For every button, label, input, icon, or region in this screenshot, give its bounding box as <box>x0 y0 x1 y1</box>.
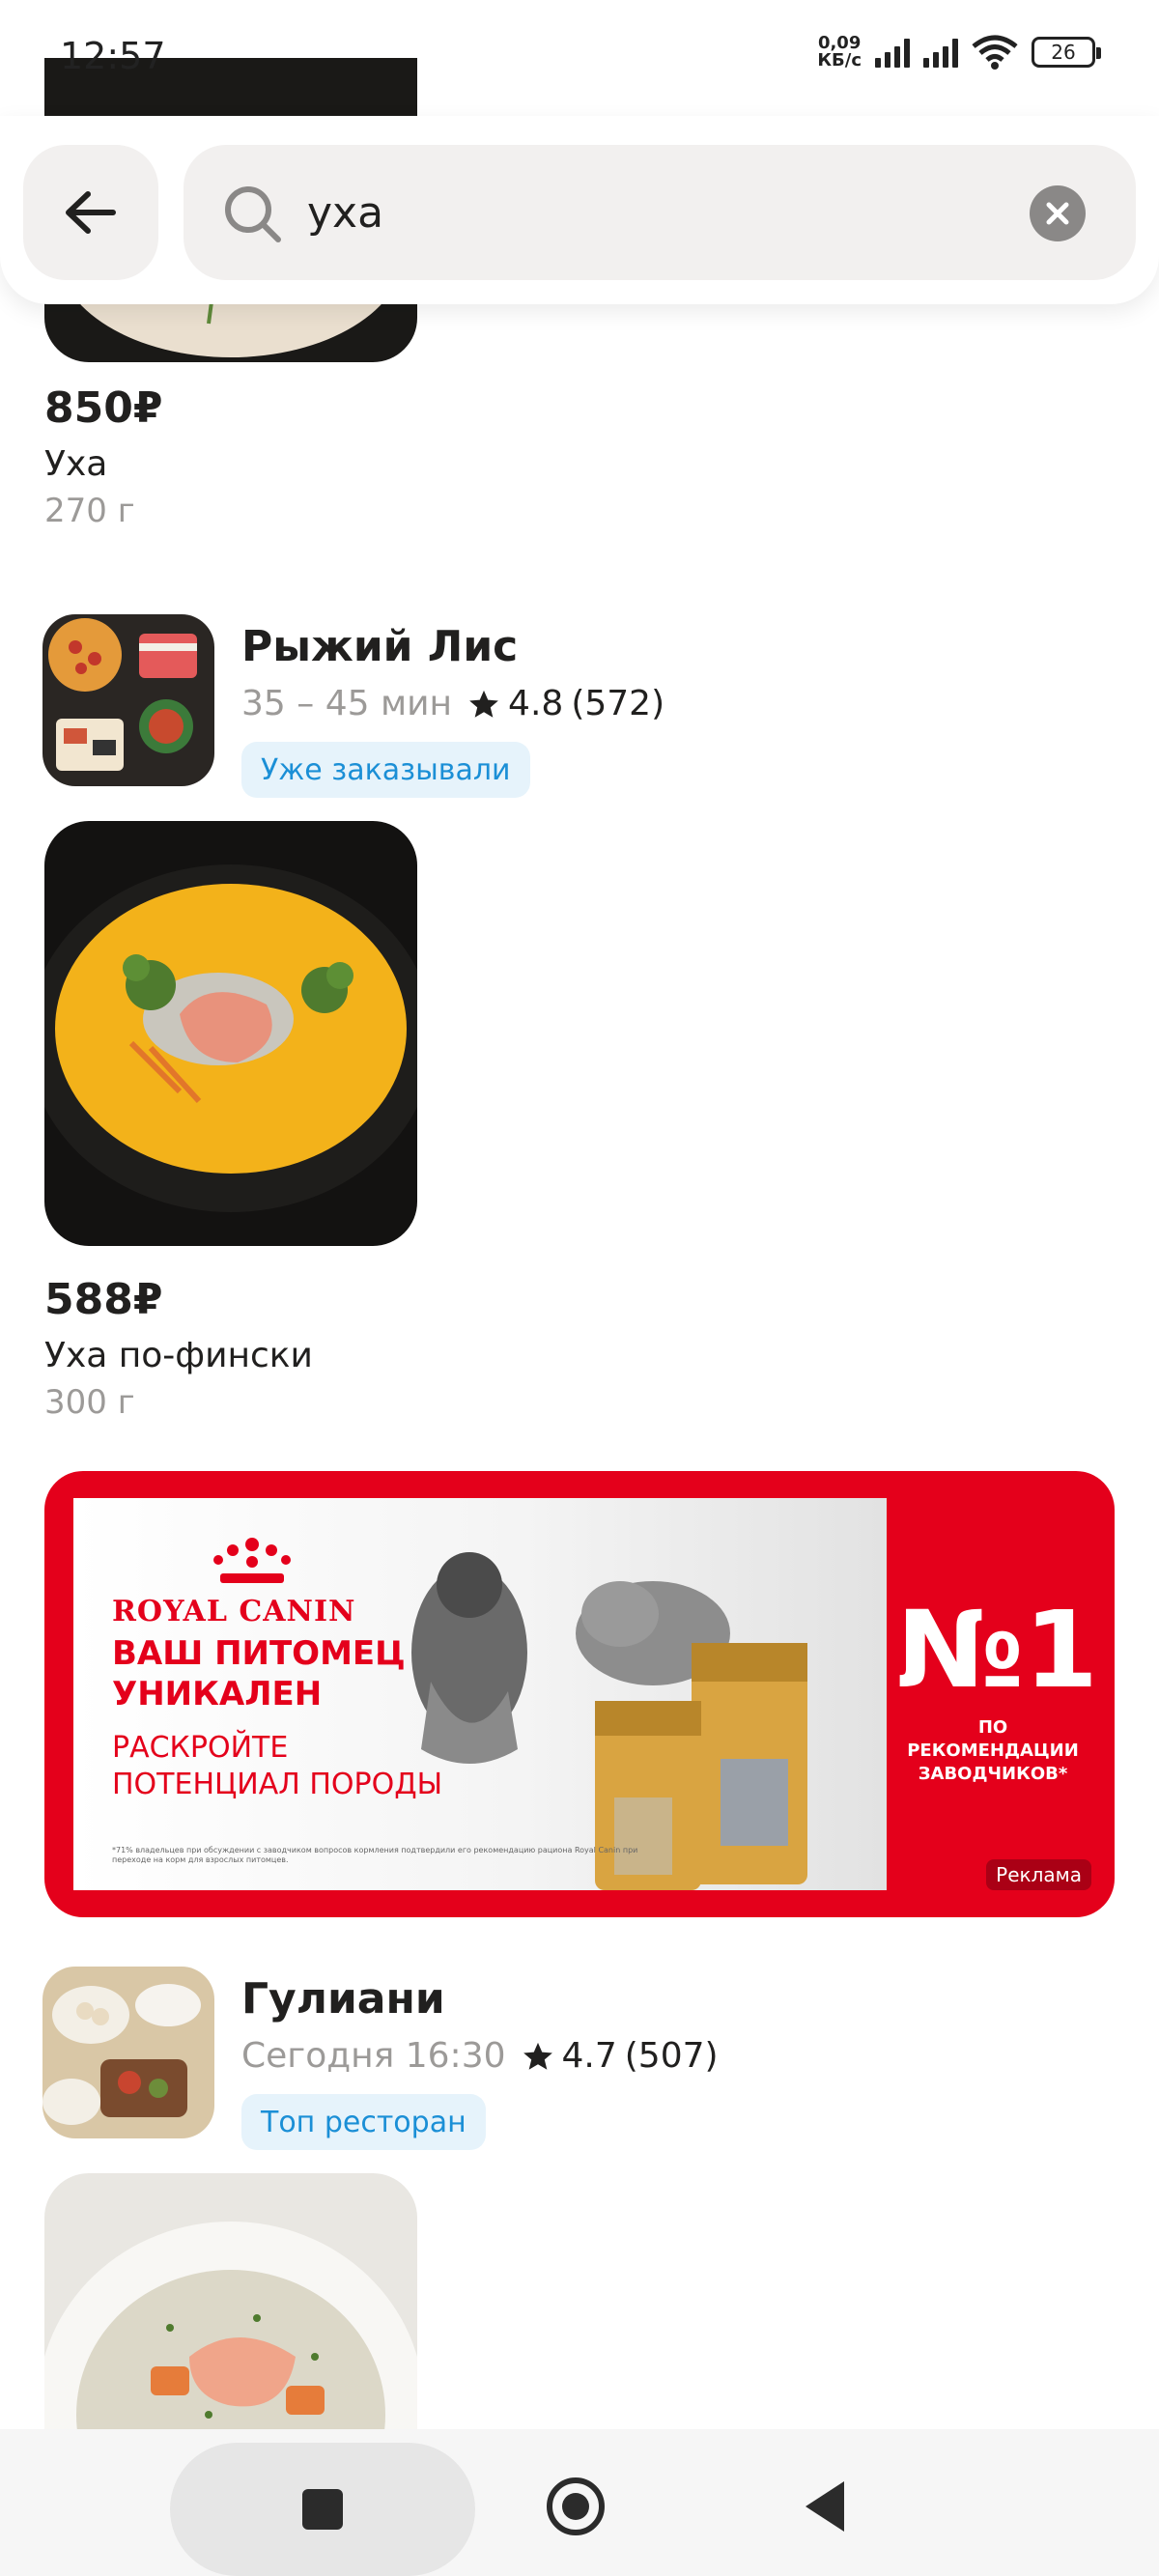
star-icon <box>469 690 498 718</box>
network-speed: 0,09 КБ/с <box>817 35 862 70</box>
wifi-icon <box>972 35 1018 70</box>
home-button[interactable] <box>547 2477 605 2535</box>
status-time: 12:57 <box>60 35 166 77</box>
ad-headline-line: ВАШ ПИТОМЕЦ <box>112 1634 406 1673</box>
search-box[interactable] <box>184 145 1136 280</box>
home-icon <box>562 2493 589 2520</box>
system-nav-bar <box>0 2429 1159 2576</box>
restaurant-logo[interactable] <box>42 1967 214 2138</box>
ad-subheadline: РАСКРОЙТЕ ПОТЕНЦИАЛ ПОРОДЫ <box>112 1730 442 1803</box>
ad-image: ROYAL CANIN ВАШ ПИТОМЕЦ УНИКАЛЕН РАСКРОЙ… <box>73 1498 887 1890</box>
status-icons: 0,09 КБ/с 26 <box>817 35 1101 70</box>
clear-search-button[interactable] <box>1030 185 1086 241</box>
crown-logo-icon <box>213 1538 291 1583</box>
ad-headline-line: УНИКАЛЕН <box>112 1675 323 1713</box>
star-icon <box>523 2042 552 2070</box>
delivery-time: 35 – 45 мин <box>241 684 453 723</box>
dish-weight: 270 г <box>44 492 135 530</box>
dish-price: 588₽ <box>44 1275 163 1324</box>
battery-icon: 26 <box>1032 37 1101 68</box>
rating-value: 4.7 <box>561 2036 617 2076</box>
search-header <box>0 116 1159 304</box>
review-count: (572) <box>571 684 665 723</box>
dish-price: 850₽ <box>44 383 163 433</box>
search-input[interactable] <box>307 180 983 245</box>
dish-card[interactable]: 588₽ Уха по-фински 300 г <box>44 821 417 1422</box>
restaurant-meta: Сегодня 16:30 4.7 (507) <box>241 2036 719 2076</box>
ad-banner[interactable]: ROYAL CANIN ВАШ ПИТОМЕЦ УНИКАЛЕН РАСКРОЙ… <box>44 1471 1115 1917</box>
review-count: (507) <box>624 2036 719 2076</box>
restaurant-row[interactable]: Рыжий Лис 35 – 45 мин 4.8 (572) Уже зака… <box>42 614 1124 798</box>
restaurant-row[interactable]: Гулиани Сегодня 16:30 4.7 (507) Топ рест… <box>42 1967 1124 2150</box>
dish-card[interactable] <box>44 2173 417 2429</box>
status-badge: Уже заказывали <box>241 742 530 798</box>
restaurant-meta: 35 – 45 мин 4.8 (572) <box>241 684 664 723</box>
ad-recommendation-line: ПО РЕКОМЕНДАЦИИ <box>907 1717 1079 1761</box>
dish-name: Уха по-фински <box>44 1336 313 1375</box>
search-results: 850₽ Уха 270 г Рыжий Лис 35 – 45 мин 4.8… <box>0 0 1159 2429</box>
close-icon <box>1046 202 1069 225</box>
ad-fine-print: *71% владельцев при обсуждении с заводчи… <box>112 1846 638 1864</box>
network-speed-unit: КБ/с <box>817 50 862 71</box>
rating: 4.8 (572) <box>467 684 664 723</box>
ad-label: Реклама <box>986 1859 1091 1890</box>
back-button[interactable] <box>23 145 158 280</box>
restaurant-name: Рыжий Лис <box>241 622 519 671</box>
rating: 4.7 (507) <box>522 2036 719 2076</box>
ad-number: №1 <box>896 1588 1098 1712</box>
rating-value: 4.8 <box>508 684 564 723</box>
dish-image[interactable] <box>44 821 417 1246</box>
status-bar: 12:57 0,09 КБ/с 26 <box>0 0 1159 116</box>
dish-weight: 300 г <box>44 1383 135 1422</box>
ad-brand: ROYAL CANIN <box>112 1595 356 1628</box>
dish-name: Уха <box>44 444 108 484</box>
delivery-time: Сегодня 16:30 <box>241 2036 506 2076</box>
status-badge: Топ ресторан <box>241 2094 486 2150</box>
arrow-left-icon <box>66 191 116 234</box>
ad-recommendation: ПО РЕКОМЕНДАЦИИ ЗАВОДЧИКОВ* <box>896 1716 1089 1786</box>
ad-subheadline-line: ПОТЕНЦИАЛ ПОРОДЫ <box>112 1768 443 1801</box>
signal-icon <box>923 37 958 68</box>
search-icon <box>225 186 281 242</box>
dish-image[interactable] <box>44 2173 417 2429</box>
restaurant-logo[interactable] <box>42 614 214 786</box>
recents-icon <box>302 2489 343 2530</box>
ad-subheadline-line: РАСКРОЙТЕ <box>112 1731 289 1765</box>
back-nav-button[interactable] <box>806 2481 844 2532</box>
recents-button[interactable] <box>170 2443 475 2576</box>
signal-icon <box>875 37 910 68</box>
pets-photo <box>411 1552 807 1890</box>
restaurant-name: Гулиани <box>241 1974 445 2024</box>
ad-recommendation-line: ЗАВОДЧИКОВ* <box>918 1764 1068 1784</box>
ad-headline: ВАШ ПИТОМЕЦ УНИКАЛЕН <box>112 1633 406 1714</box>
